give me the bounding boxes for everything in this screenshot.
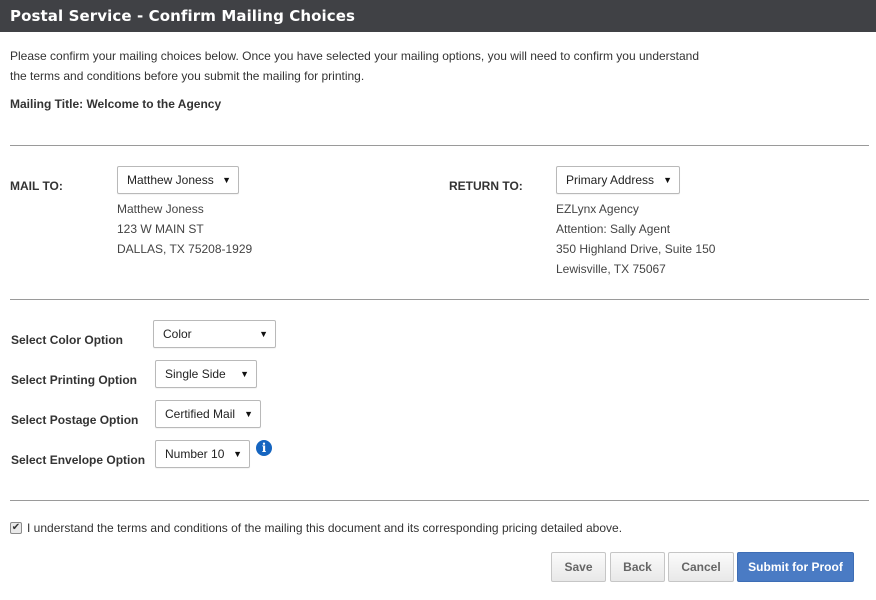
terms-checkbox[interactable]: ✔	[10, 522, 22, 534]
divider	[10, 299, 869, 300]
return-to-address: EZLynx Agency Attention: Sally Agent 350…	[556, 199, 715, 279]
return-to-address-line: Attention: Sally Agent	[556, 222, 671, 236]
intro-line-1: Please confirm your mailing choices belo…	[10, 49, 700, 63]
chevron-down-icon: ▼	[233, 449, 242, 459]
back-button[interactable]: Back	[610, 552, 665, 582]
mail-to-address: Matthew Joness 123 W MAIN ST DALLAS, TX …	[117, 199, 252, 259]
info-icon[interactable]: i	[256, 440, 272, 456]
printing-option-label: Select Printing Option	[11, 373, 138, 387]
submit-for-proof-button[interactable]: Submit for Proof	[737, 552, 854, 582]
page-title: Postal Service - Confirm Mailing Choices	[10, 7, 356, 25]
chevron-down-icon: ▼	[663, 175, 672, 185]
return-to-address-line: EZLynx Agency	[556, 202, 639, 216]
checkmark-icon: ✔	[11, 522, 21, 533]
chevron-down-icon: ▼	[222, 175, 231, 185]
mailing-title: Mailing Title: Welcome to the Agency	[10, 97, 222, 111]
terms-label: I understand the terms and conditions of…	[27, 521, 623, 535]
chevron-down-icon: ▼	[240, 369, 249, 379]
envelope-option-selected: Number 10	[165, 447, 225, 461]
mail-to-selected: Matthew Joness	[127, 173, 214, 187]
chevron-down-icon: ▼	[244, 409, 253, 419]
postage-option-selected: Certified Mail	[165, 407, 236, 421]
mail-to-select[interactable]: Matthew Joness ▼	[117, 166, 239, 194]
printing-option-select[interactable]: Single Side ▼	[155, 360, 257, 388]
mail-to-address-line: Matthew Joness	[117, 202, 204, 216]
return-to-selected: Primary Address	[566, 173, 655, 187]
printing-option-selected: Single Side	[165, 367, 226, 381]
envelope-option-label: Select Envelope Option	[11, 453, 146, 467]
return-to-select[interactable]: Primary Address ▼	[556, 166, 680, 194]
return-to-label: RETURN TO:	[449, 179, 523, 193]
color-option-select[interactable]: Color ▼	[153, 320, 276, 348]
intro-line-2: the terms and conditions before you subm…	[10, 69, 365, 83]
color-option-selected: Color	[163, 327, 192, 341]
chevron-down-icon: ▼	[259, 329, 268, 339]
title-bar: Postal Service - Confirm Mailing Choices	[0, 0, 876, 32]
divider	[10, 145, 869, 146]
mail-to-address-line: DALLAS, TX 75208-1929	[117, 242, 253, 256]
return-to-address-line: 350 Highland Drive, Suite 150	[556, 242, 716, 256]
save-button[interactable]: Save	[551, 552, 606, 582]
mail-to-address-line: 123 W MAIN ST	[117, 222, 204, 236]
envelope-option-select[interactable]: Number 10 ▼	[155, 440, 250, 468]
divider	[10, 500, 869, 501]
postage-option-label: Select Postage Option	[11, 413, 139, 427]
mail-to-label: MAIL TO:	[10, 179, 63, 193]
intro-text: Please confirm your mailing choices belo…	[10, 46, 770, 86]
return-to-address-line: Lewisville, TX 75067	[556, 262, 666, 276]
postage-option-select[interactable]: Certified Mail ▼	[155, 400, 261, 428]
cancel-button[interactable]: Cancel	[668, 552, 734, 582]
color-option-label: Select Color Option	[11, 333, 124, 347]
